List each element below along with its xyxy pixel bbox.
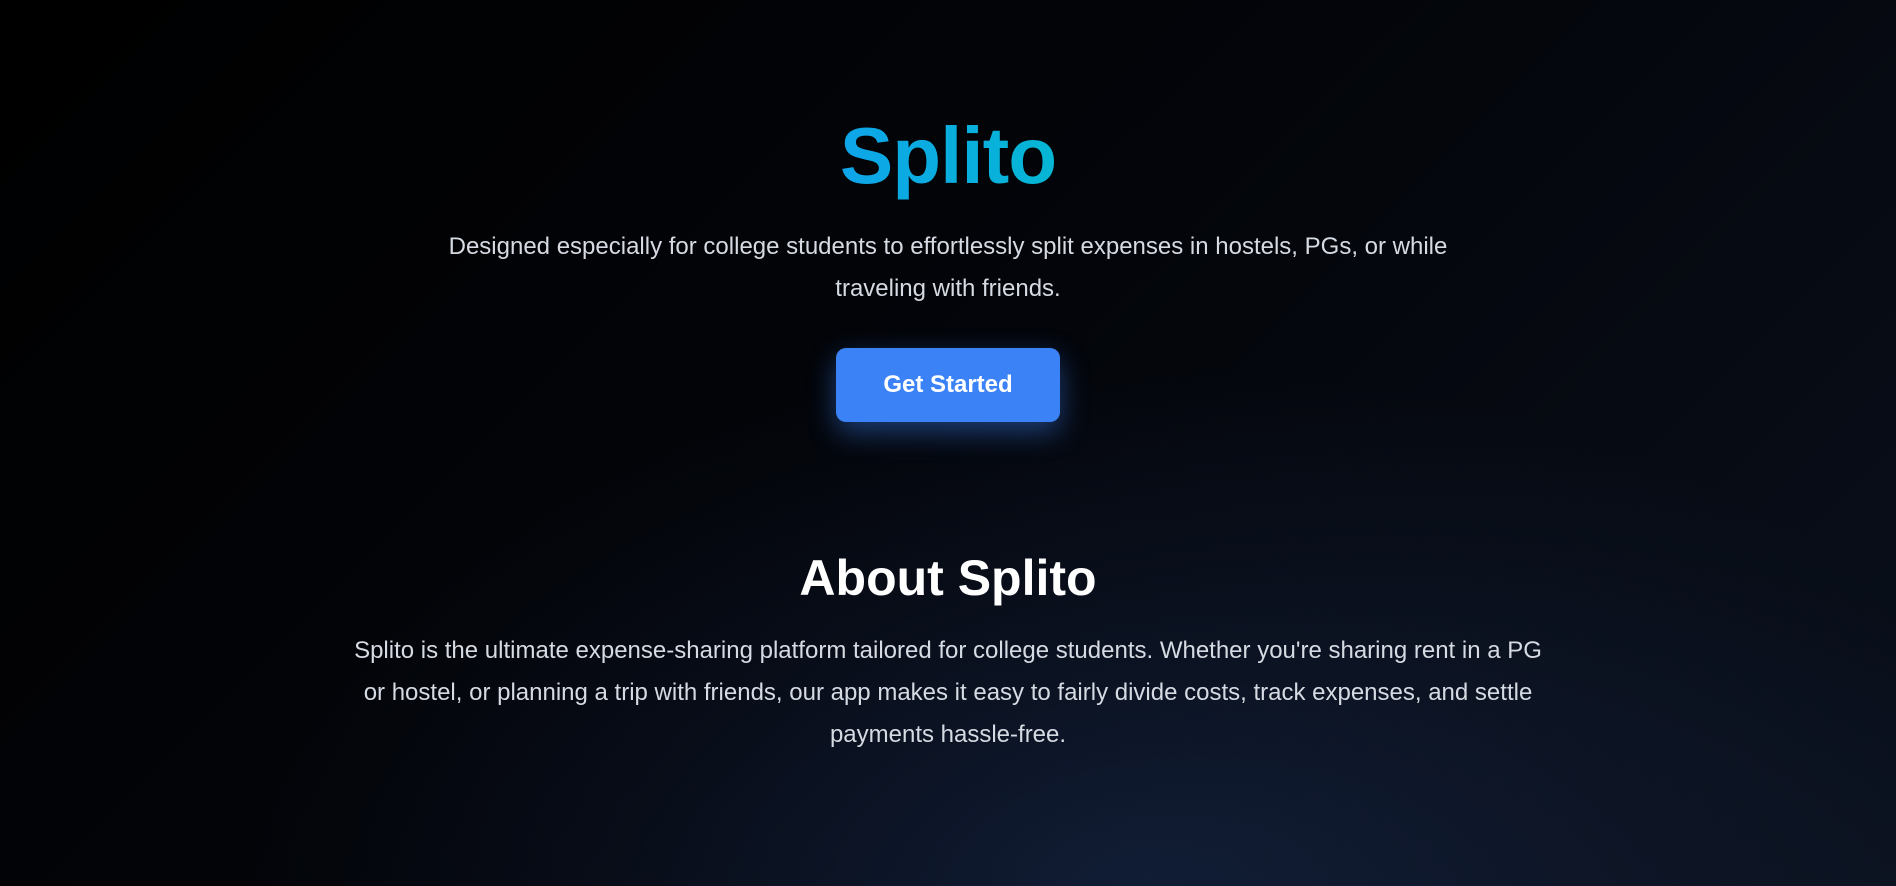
- about-title: About Splito: [799, 550, 1097, 606]
- about-description: Splito is the ultimate expense-sharing p…: [354, 637, 1542, 748]
- landing-page: Splito Designed especially for college s…: [0, 0, 1896, 886]
- hero-description: Designed especially for college students…: [448, 233, 1448, 302]
- brand-title: Splito: [840, 108, 1057, 204]
- about-section: About Splito Splito is the ultimate expe…: [0, 548, 1896, 756]
- hero-section: Splito Designed especially for college s…: [0, 108, 1896, 422]
- get-started-button[interactable]: Get Started: [836, 348, 1060, 422]
